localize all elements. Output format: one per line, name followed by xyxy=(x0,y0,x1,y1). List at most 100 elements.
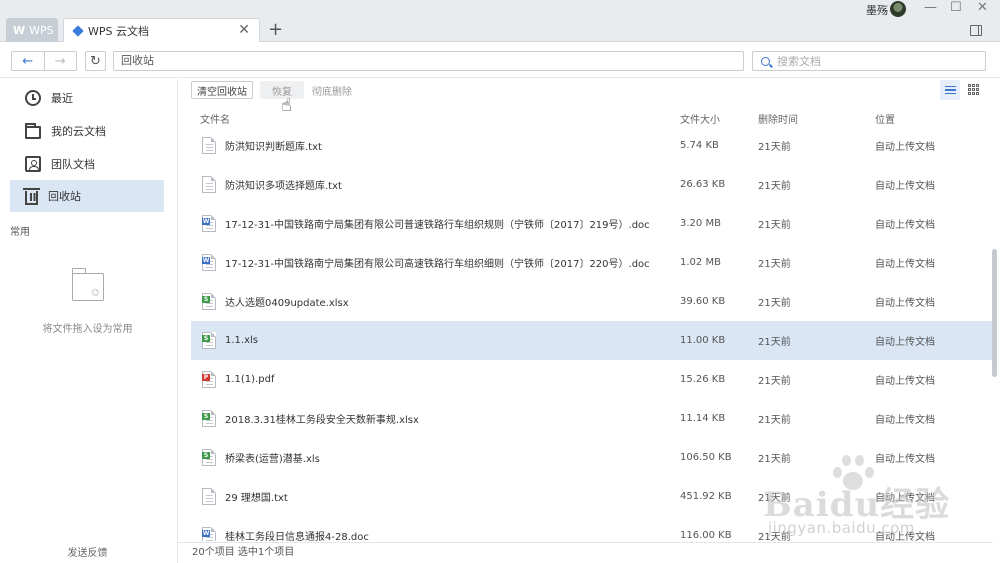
file-size: 1.02 MB xyxy=(680,257,721,268)
delete-time: 21天前 xyxy=(758,142,791,153)
sidebar-item-label: 我的云文档 xyxy=(51,125,106,138)
file-location: 自动上传文档 xyxy=(875,376,935,387)
file-size: 106.50 KB xyxy=(680,452,732,463)
table-row[interactable]: P 1.1(1).pdf 15.26 KB 21天前 自动上传文档 xyxy=(191,360,993,399)
pdf-file-icon: P xyxy=(202,371,216,388)
file-size: 5.74 KB xyxy=(680,140,719,151)
tab-wps[interactable]: W WPS xyxy=(6,18,58,42)
scrollbar[interactable] xyxy=(992,249,997,377)
watermark-url: jingyan.baidu.com xyxy=(768,519,915,537)
delete-time: 21天前 xyxy=(758,376,791,387)
search-input[interactable] xyxy=(777,54,977,68)
file-name: 29 理想国.txt xyxy=(225,493,288,504)
table-row[interactable]: W 17-12-31-中国铁路南宁局集团有限公司普速铁路行车组织规则（宁铁师〔20… xyxy=(191,204,993,243)
xls-file-icon: S xyxy=(202,449,216,466)
list-view-icon[interactable] xyxy=(940,80,960,100)
close-icon[interactable]: ✕ xyxy=(977,0,988,15)
delete-time: 21天前 xyxy=(758,337,791,348)
file-size: 451.92 KB xyxy=(680,491,732,502)
file-name: 1.1(1).pdf xyxy=(225,374,275,385)
file-location: 自动上传文档 xyxy=(875,415,935,426)
trash-icon xyxy=(23,187,40,205)
header-location[interactable]: 位置 xyxy=(875,111,895,126)
permanent-delete-button[interactable]: 彻底删除 xyxy=(310,81,354,99)
file-size: 11.00 KB xyxy=(680,335,726,346)
clock-icon xyxy=(25,90,41,106)
sidebar-item-recycle-bin[interactable]: 回收站 xyxy=(10,180,164,212)
team-icon xyxy=(25,156,41,172)
file-size: 15.26 KB xyxy=(680,374,726,385)
folder-icon xyxy=(25,122,41,139)
xls-file-icon: S xyxy=(202,332,216,349)
txt-file-icon xyxy=(202,137,216,154)
maximize-icon[interactable]: ☐ xyxy=(950,0,962,15)
delete-time: 21天前 xyxy=(758,181,791,192)
file-location: 自动上传文档 xyxy=(875,298,935,309)
header-file-size[interactable]: 文件大小 xyxy=(680,111,720,126)
minimize-icon[interactable]: — xyxy=(924,0,937,15)
search-icon xyxy=(761,56,770,66)
doc-file-icon: W xyxy=(202,527,216,541)
delete-time: 21天前 xyxy=(758,454,791,465)
tab-cloud-docs[interactable]: WPS 云文档 ✕ xyxy=(63,18,260,42)
file-location: 自动上传文档 xyxy=(875,454,935,465)
header-file-name[interactable]: 文件名 xyxy=(200,111,230,126)
table-row[interactable]: S 2018.3.31桂林工务段安全天数新事规.xlsx 11.14 KB 21天前 自… xyxy=(191,399,993,438)
title-bar: W WPS WPS 云文档 ✕ + 墨殇 — ☐ ✕ xyxy=(0,0,1000,42)
favorite-folder-icon xyxy=(71,268,104,301)
sidebar-item-team-docs[interactable]: 团队文档 xyxy=(10,148,164,180)
file-size: 116.00 KB xyxy=(680,530,732,541)
table-row[interactable]: S 1.1.xls 11.00 KB 21天前 自动上传文档 xyxy=(191,321,993,360)
hand-cursor-icon: ☝ xyxy=(280,94,293,117)
file-name: 桂林工务段日信息通报4-28.doc xyxy=(225,532,369,541)
sidebar-item-my-cloud-docs[interactable]: 我的云文档 xyxy=(10,115,164,147)
sidebar-item-label: 最近 xyxy=(51,92,73,105)
forward-arrow-icon[interactable]: → xyxy=(45,52,77,70)
toolbar: ← → ↻ 回收站 xyxy=(0,43,1000,78)
sidebar: 最近 我的云文档 团队文档 回收站 常用 将文件拖入设为常用 发送反馈 xyxy=(0,79,178,563)
file-location: 自动上传文档 xyxy=(875,220,935,231)
xls-file-icon: S xyxy=(202,293,216,310)
address-bar[interactable]: 回收站 xyxy=(113,51,744,71)
file-location: 自动上传文档 xyxy=(875,181,935,192)
file-size: 3.20 MB xyxy=(680,218,721,229)
file-name: 17-12-31-中国铁路南宁局集团有限公司高速铁路行车组织细则（宁铁师〔201… xyxy=(225,259,650,270)
clear-recycle-bin-button[interactable]: 清空回收站 xyxy=(191,81,253,99)
feedback-link[interactable]: 发送反馈 xyxy=(0,544,175,559)
delete-time: 21天前 xyxy=(758,415,791,426)
grid-view-icon[interactable] xyxy=(968,84,979,95)
file-name: 1.1.xls xyxy=(225,335,258,346)
back-arrow-icon[interactable]: ← xyxy=(12,52,45,70)
panel-toggle-icon[interactable] xyxy=(970,25,982,36)
file-location: 自动上传文档 xyxy=(875,259,935,270)
file-name: 2018.3.31桂林工务段安全天数新事规.xlsx xyxy=(225,415,419,426)
sidebar-item-recent[interactable]: 最近 xyxy=(10,82,164,114)
file-name: 防洪知识多项选择题库.txt xyxy=(225,181,342,192)
close-tab-icon[interactable]: ✕ xyxy=(238,22,250,38)
doc-file-icon: W xyxy=(202,254,216,271)
new-tab-icon[interactable]: + xyxy=(268,19,283,40)
file-name: 防洪知识判断题库.txt xyxy=(225,142,322,153)
file-size: 11.14 KB xyxy=(680,413,726,424)
search-box[interactable] xyxy=(752,51,986,71)
user-name[interactable]: 墨殇 xyxy=(866,2,888,18)
delete-time: 21天前 xyxy=(758,259,791,270)
table-row[interactable]: 防洪知识多项选择题库.txt 26.63 KB 21天前 自动上传文档 xyxy=(191,165,993,204)
file-size: 39.60 KB xyxy=(680,296,726,307)
sidebar-item-label: 团队文档 xyxy=(51,158,95,171)
table-row[interactable]: 防洪知识判断题库.txt 5.74 KB 21天前 自动上传文档 xyxy=(191,126,993,165)
tab-cloud-docs-label: WPS 云文档 xyxy=(88,24,149,38)
txt-file-icon xyxy=(202,488,216,505)
refresh-icon[interactable]: ↻ xyxy=(85,51,106,71)
sidebar-item-label: 回收站 xyxy=(48,190,81,203)
avatar[interactable] xyxy=(890,1,906,17)
favorites-section-label: 常用 xyxy=(10,227,30,238)
favorites-hint: 将文件拖入设为常用 xyxy=(42,324,133,335)
status-bar: 20个项目 选中1个项目 xyxy=(178,542,993,563)
table-row[interactable]: W 17-12-31-中国铁路南宁局集团有限公司高速铁路行车组织细则（宁铁师〔20… xyxy=(191,243,993,282)
header-delete-time[interactable]: 删除时间 xyxy=(758,111,798,126)
file-name: 桥梁表(运营)潜基.xls xyxy=(225,454,320,465)
txt-file-icon xyxy=(202,176,216,193)
table-row[interactable]: S 达人选题0409update.xlsx 39.60 KB 21天前 自动上传文档 xyxy=(191,282,993,321)
file-location: 自动上传文档 xyxy=(875,142,935,153)
